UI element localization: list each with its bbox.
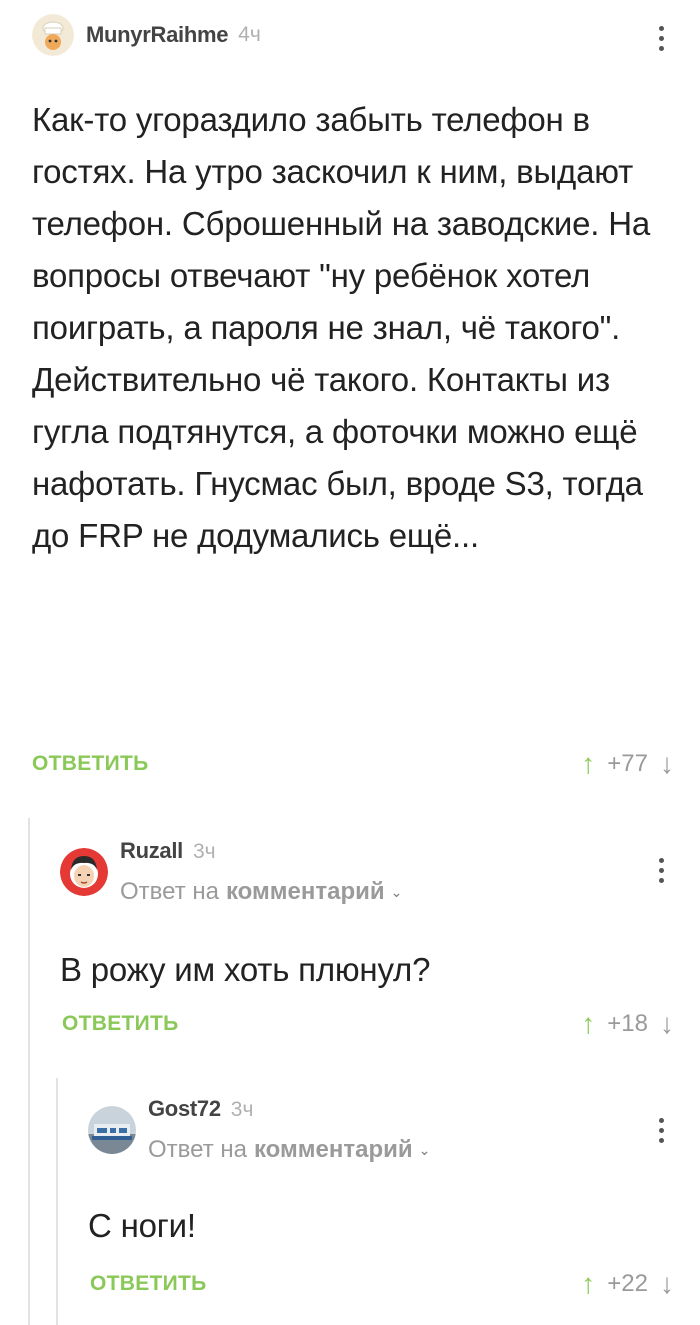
arrow-down-icon[interactable]: ↓ <box>660 748 674 780</box>
rating-value: +77 <box>607 750 648 777</box>
reply-to[interactable]: Ответ на комментарий ⌄ <box>148 1136 430 1164</box>
rating-value: +18 <box>607 1010 648 1037</box>
vote-controls: ↑ +22 ↓ <box>581 1268 674 1300</box>
comment-header: MunyrRaihme 4ч <box>32 14 261 56</box>
avatar-building-icon <box>88 1106 136 1154</box>
avatar[interactable] <box>88 1106 136 1154</box>
arrow-down-icon[interactable]: ↓ <box>660 1008 674 1040</box>
comment-text: В рожу им хоть плюнул? <box>60 951 431 988</box>
comment-time: 4ч <box>238 23 261 46</box>
vote-controls: ↑ +18 ↓ <box>581 1008 674 1040</box>
comment-footer: ОТВЕТИТЬ ↑ +77 ↓ <box>32 748 674 780</box>
comment-footer: ОТВЕТИТЬ ↑ +22 ↓ <box>90 1268 674 1300</box>
avatar[interactable] <box>60 848 108 896</box>
avatar-chef-icon <box>32 14 74 56</box>
comment-author[interactable]: MunyrRaihme <box>86 22 228 48</box>
avatar[interactable] <box>32 14 74 56</box>
reply-to[interactable]: Ответ на комментарий ⌄ <box>120 878 402 906</box>
arrow-up-icon[interactable]: ↑ <box>581 1008 595 1040</box>
comment-header: Ruzall 3ч Ответ на комментарий ⌄ <box>60 838 402 906</box>
rating-value: +22 <box>607 1270 648 1297</box>
reply-to-link[interactable]: комментарий <box>254 1136 413 1164</box>
comment-text: С ноги! <box>88 1207 196 1244</box>
comment-author[interactable]: Gost72 <box>148 1096 221 1122</box>
reply-button[interactable]: ОТВЕТИТЬ <box>90 1272 207 1296</box>
avatar-face-icon <box>60 848 108 896</box>
arrow-up-icon[interactable]: ↑ <box>581 748 595 780</box>
reply-to-prefix: Ответ на <box>120 878 219 905</box>
author-block: Ruzall 3ч Ответ на комментарий ⌄ <box>120 838 402 906</box>
more-vertical-icon[interactable] <box>656 26 666 51</box>
comment-time: 3ч <box>230 1098 254 1121</box>
reply-to-link[interactable]: комментарий <box>226 878 385 906</box>
comment-footer: ОТВЕТИТЬ ↑ +18 ↓ <box>62 1008 674 1040</box>
comment-time: 3ч <box>193 840 216 863</box>
thread-line <box>56 1078 58 1325</box>
comment-header: Gost72 3ч Ответ на комментарий ⌄ <box>88 1096 430 1164</box>
arrow-down-icon[interactable]: ↓ <box>660 1268 674 1300</box>
comment-text: Как-то угораздило забыть телефон в гостя… <box>32 101 651 554</box>
vote-controls: ↑ +77 ↓ <box>581 748 674 780</box>
author-block: Gost72 3ч Ответ на комментарий ⌄ <box>148 1096 430 1164</box>
thread-line <box>28 818 30 1325</box>
chevron-down-icon[interactable]: ⌄ <box>419 1142 431 1159</box>
reply-button[interactable]: ОТВЕТИТЬ <box>32 752 149 776</box>
chevron-down-icon[interactable]: ⌄ <box>391 884 403 901</box>
reply-to-prefix: Ответ на <box>148 1136 247 1163</box>
arrow-up-icon[interactable]: ↑ <box>581 1268 595 1300</box>
comment-author[interactable]: Ruzall <box>120 838 183 864</box>
more-vertical-icon[interactable] <box>656 1118 666 1143</box>
reply-button[interactable]: ОТВЕТИТЬ <box>62 1012 179 1036</box>
more-vertical-icon[interactable] <box>656 858 666 883</box>
